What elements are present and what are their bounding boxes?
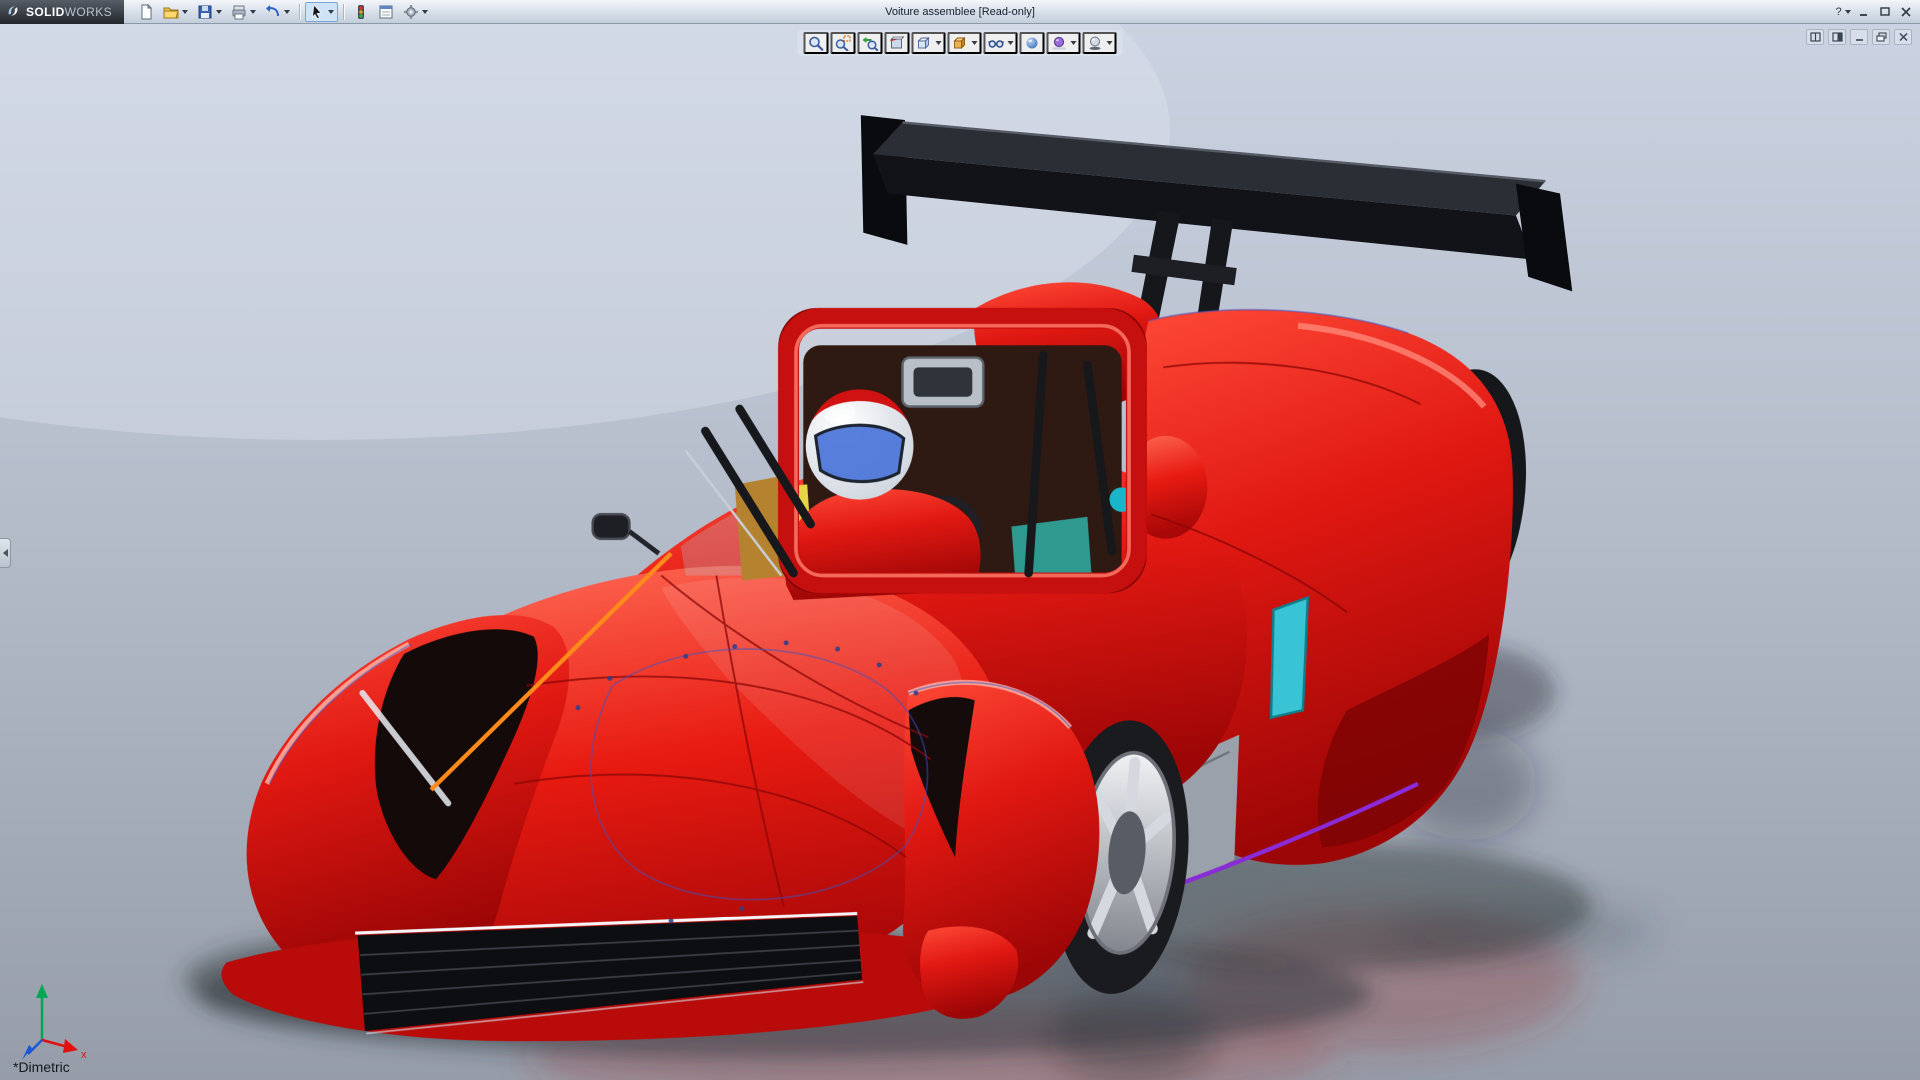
print-button[interactable] (227, 2, 260, 22)
zoom-to-area-button[interactable] (830, 32, 856, 54)
close-button[interactable] (1897, 3, 1915, 20)
new-document-button[interactable] (134, 2, 158, 22)
options-button[interactable] (399, 2, 432, 22)
save-icon (198, 5, 212, 18)
window-title: Voiture assemblee [Read-only] (885, 5, 1035, 18)
doc-restore-right-icon (1831, 32, 1843, 42)
apply-scene-button[interactable] (1046, 32, 1081, 54)
side-mirror (591, 513, 631, 541)
hide-show-items-icon (988, 40, 1004, 48)
ds-logo-icon (8, 6, 18, 16)
close-icon (1901, 6, 1911, 17)
edit-appearance-button[interactable] (1019, 32, 1045, 54)
open-button[interactable] (159, 2, 192, 22)
toolbar-separator (343, 3, 345, 20)
title-bar: SOLIDWORKS Voiture assemblee [Read-only]… (0, 0, 1920, 24)
options-icon (404, 4, 419, 19)
minimize-button[interactable] (1855, 3, 1873, 20)
doc-restore-button[interactable] (1872, 29, 1890, 45)
triad-x-label: x (81, 1049, 87, 1061)
display-style-icon (953, 36, 966, 50)
view-orientation-label: *Dimetric (13, 1059, 70, 1075)
solidworks-brand: SOLIDWORKS (0, 0, 125, 24)
view-orientation-icon (917, 36, 930, 50)
rebuild-stoplight-icon (358, 4, 365, 19)
apply-scene-icon (1052, 36, 1066, 50)
toolbar-separator (299, 3, 301, 20)
view-orientation-button[interactable] (911, 32, 946, 54)
doc-close-button[interactable] (1894, 29, 1912, 45)
maximize-icon (1880, 6, 1890, 16)
previous-view-icon (862, 37, 879, 51)
maximize-button[interactable] (1876, 3, 1894, 20)
doc-close-icon (1898, 32, 1908, 42)
doc-minimize-icon (1855, 39, 1863, 41)
select-cursor-icon (311, 3, 322, 19)
new-document-icon (141, 3, 153, 19)
rebuild-button[interactable] (349, 2, 373, 22)
file-properties-button[interactable] (374, 2, 398, 22)
previous-view-button[interactable] (857, 32, 883, 54)
help-button[interactable]: ? (1834, 3, 1852, 20)
doc-restore-right-button[interactable] (1828, 29, 1846, 45)
edit-appearance-icon (1026, 37, 1038, 49)
zoom-to-area-icon (835, 35, 851, 51)
select-button[interactable] (305, 1, 339, 22)
section-view-button[interactable] (884, 32, 910, 54)
doc-restore-icon (1875, 32, 1887, 42)
section-view-icon (890, 36, 905, 49)
main-toolbar (134, 1, 432, 22)
doc-restore-left-icon (1809, 32, 1821, 42)
undo-icon (266, 4, 280, 16)
minimize-icon (1860, 13, 1867, 16)
zoom-to-fit-icon (809, 36, 824, 51)
doc-restore-left-button[interactable] (1806, 29, 1824, 45)
open-folder-icon (163, 7, 179, 18)
orientation-triad: x (22, 984, 87, 1061)
view-settings-icon (1089, 36, 1101, 50)
file-properties-icon (379, 5, 393, 18)
save-button[interactable] (193, 2, 226, 22)
heads-up-view-toolbar (797, 30, 1123, 56)
doc-minimize-button[interactable] (1850, 29, 1868, 45)
view-settings-button[interactable] (1082, 32, 1117, 54)
panel-collapse-tab[interactable] (0, 538, 11, 568)
undo-button[interactable] (261, 2, 294, 22)
display-style-button[interactable] (947, 32, 982, 54)
hide-show-items-button[interactable] (983, 32, 1018, 54)
3d-viewport[interactable] (0, 0, 1920, 1080)
window-controls: ? (1834, 3, 1920, 20)
brand-text: SOLIDWORKS (26, 4, 113, 19)
document-window-controls (1806, 29, 1912, 45)
zoom-to-fit-button[interactable] (803, 32, 829, 54)
print-icon (232, 5, 246, 19)
